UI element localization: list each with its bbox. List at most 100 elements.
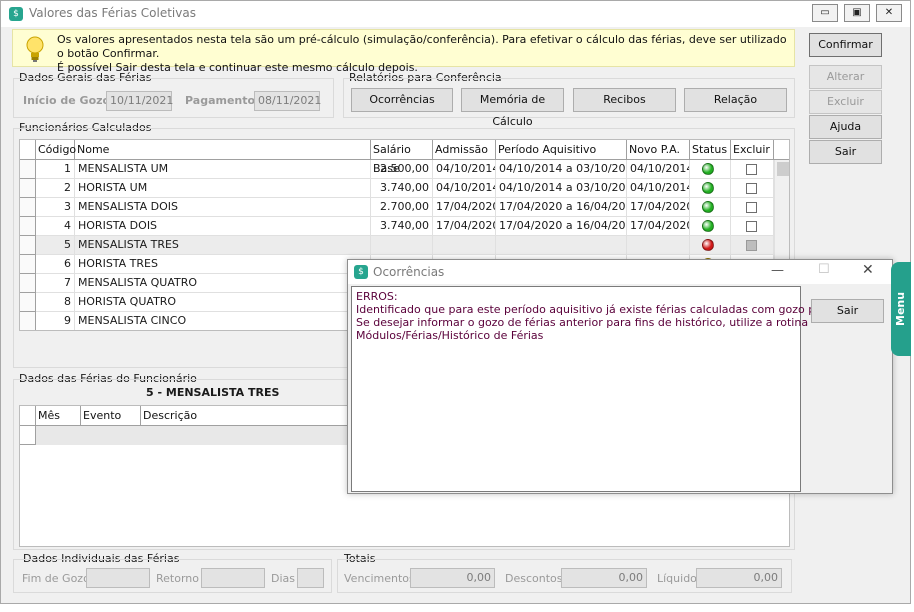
cell-nome: HORISTA QUATRO [75,293,371,312]
lightbulb-icon [26,36,44,62]
info-banner: Os valores apresentados nesta tela são u… [12,29,795,74]
col-admissao[interactable]: Admissão [433,140,496,160]
col-status[interactable]: Status [690,140,731,160]
row-indicator [20,312,36,330]
col-periodo[interactable]: Período Aquisitivo [496,140,627,160]
col-nome[interactable]: Nome [75,140,371,160]
ocorrencias-button[interactable]: Ocorrências [351,88,453,112]
cell-codigo: 3 [36,198,75,217]
excluir-checkbox[interactable] [746,221,757,232]
table-row[interactable]: 2 HORISTA UM 3.740,00 04/10/2014 04/10/2014 … [20,179,789,198]
events-indicator-header [20,406,36,426]
row-indicator [20,217,36,236]
sair-button[interactable]: Sair [809,140,882,164]
message-line: Se desejar informar o gozo de férias ant… [356,316,809,329]
inicio-gozo-field[interactable]: 10/11/2021 [106,91,173,111]
cell-status [690,179,731,198]
minimize-button[interactable]: ▭ [812,4,838,22]
table-row[interactable]: 3 MENSALISTA DOIS 2.700,00 17/04/2020 17/04/… [20,198,789,217]
cell-nome: MENSALISTA CINCO [75,312,371,330]
message-line: ERROS: [356,290,398,303]
pagamento-label: Pagamento [185,94,256,107]
vencimentos-field[interactable]: 0,00 [410,568,495,588]
cell-nome: MENSALISTA DOIS [75,198,371,217]
fim-gozo-field[interactable] [86,568,150,588]
cell-nome: HORISTA UM [75,179,371,198]
cell-admissao: 04/10/2014 [433,179,496,198]
close-button[interactable]: ✕ [876,4,902,22]
cell-status [690,236,731,255]
cell-nome: MENSALISTA TRES [75,236,371,255]
excluir-checkbox[interactable] [746,202,757,213]
cell-codigo: 7 [36,274,75,293]
cell-salario: 2.700,00 [371,198,433,217]
cell-periodo: 04/10/2014 a 03/10/2015 [496,160,627,179]
table-row[interactable]: 4 HORISTA DOIS 3.740,00 17/04/2020 17/04/202… [20,217,789,236]
maximize-button[interactable]: ▣ [844,4,870,22]
app-icon: $ [9,7,23,21]
dialog-sair-button[interactable]: Sair [811,299,884,323]
dialog-title-bar: $ Ocorrências — ☐ ✕ [348,260,892,284]
liquido-field[interactable]: 0,00 [696,568,782,588]
cell-excluir [731,217,774,236]
cell-excluir [731,179,774,198]
cell-periodo: 17/04/2020 a 16/04/2021 [496,198,627,217]
confirmar-button[interactable]: Confirmar [809,33,882,57]
cell-novo-pa: 17/04/2020 [627,217,690,236]
cell-codigo: 9 [36,312,75,330]
col-excluir[interactable]: Excluir [731,140,774,160]
table-row[interactable]: 5 MENSALISTA TRES [20,236,789,255]
col-salario[interactable]: Salário Base [371,140,433,175]
descontos-field[interactable]: 0,00 [561,568,647,588]
cell-nome: MENSALISTA QUATRO [75,274,371,293]
cell-nome: MENSALISTA UM [75,160,371,179]
employees-table-header: Código Nome Salário Base Admissão Períod… [20,140,789,175]
status-green-icon [702,163,714,175]
message-line: Módulos/Férias/Histórico de Férias [356,329,544,342]
fim-gozo-label: Fim de Gozo [22,572,90,585]
side-menu-label: Menu [894,291,907,326]
dialog-title: Ocorrências [373,265,445,279]
excluir-button[interactable]: Excluir [809,90,882,114]
cell-periodo [496,236,627,255]
cell-salario [371,236,433,255]
cell-status [690,160,731,179]
title-bar: $ Valores das Férias Coletivas ▭ ▣ ✕ [1,1,910,27]
excluir-checkbox[interactable] [746,240,757,251]
pagamento-field[interactable]: 08/11/2021 [254,91,321,111]
side-menu-tab[interactable]: Menu [891,262,911,356]
cell-periodo: 17/04/2020 a 16/04/2021 [496,217,627,236]
row-indicator [20,179,36,198]
cell-codigo: 6 [36,255,75,274]
col-mes[interactable]: Mês [36,406,81,426]
descontos-label: Descontos [505,572,563,585]
dias-label: Dias [271,572,295,585]
scroll-thumb[interactable] [777,162,789,176]
excluir-checkbox[interactable] [746,164,757,175]
relacao-button[interactable]: Relação [684,88,787,112]
dialog-close-button[interactable]: ✕ [862,262,874,278]
cell-status [690,217,731,236]
table-row[interactable]: 1 MENSALISTA UM 2.500,00 04/10/2014 04/10/20… [20,160,789,179]
memoria-calculo-button[interactable]: Memória de Cálculo [461,88,564,128]
col-novo-pa[interactable]: Novo P.A. [627,140,690,160]
cell-novo-pa: 17/04/2020 [627,198,690,217]
retorno-field[interactable] [201,568,265,588]
alterar-button[interactable]: Alterar [809,65,882,89]
recibos-button[interactable]: Recibos [573,88,676,112]
cell-salario: 2.500,00 [371,160,433,179]
row-indicator [20,198,36,217]
cell-salario: 3.740,00 [371,179,433,198]
selected-employee: 5 - MENSALISTA TRES [146,386,280,399]
cell-novo-pa [627,236,690,255]
row-indicator [20,236,36,255]
ajuda-button[interactable]: Ajuda [809,115,882,139]
col-evento[interactable]: Evento [81,406,141,426]
excluir-checkbox[interactable] [746,183,757,194]
cell-codigo: 8 [36,293,75,312]
dialog-maximize-button[interactable]: ☐ [818,262,830,277]
dialog-minimize-button[interactable]: — [771,263,784,278]
cell-admissao [433,236,496,255]
col-codigo[interactable]: Código [36,140,76,160]
dias-field[interactable] [297,568,324,588]
